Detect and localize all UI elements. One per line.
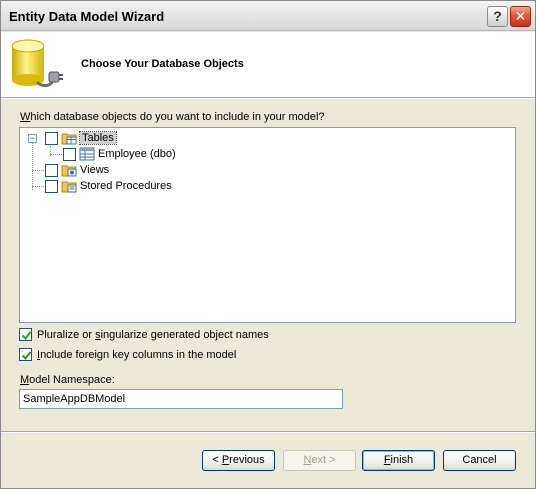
foreign-keys-label: Include foreign key columns in the model [37, 348, 237, 361]
tables-collapse-toggle[interactable]: − [28, 134, 37, 143]
tree-connector [32, 170, 44, 171]
tree-connector [32, 142, 33, 190]
check-icon [21, 331, 32, 341]
model-namespace-input[interactable] [19, 389, 343, 409]
views-folder-icon [61, 165, 77, 177]
pluralize-checkbox[interactable] [19, 328, 32, 341]
tree-connector [50, 154, 62, 155]
database-icon [11, 39, 63, 88]
window-title: Entity Data Model Wizard [9, 9, 165, 24]
pluralize-label: Pluralize or singularize generated objec… [37, 328, 269, 341]
tables-checkbox[interactable] [45, 131, 58, 145]
tree-node-employee[interactable]: Employee (dbo) [63, 146, 176, 162]
procedures-folder-icon [61, 181, 77, 193]
cancel-button[interactable]: Cancel [443, 450, 516, 471]
foreign-keys-checkbox[interactable] [19, 348, 32, 361]
stored-procedures-checkbox[interactable] [45, 179, 58, 193]
employee-checkbox[interactable] [63, 147, 76, 161]
objects-prompt: Which database objects do you want to in… [20, 111, 325, 123]
views-checkbox[interactable] [45, 163, 58, 177]
wizard-header: Choose Your Database Objects [1, 32, 535, 97]
database-objects-tree[interactable]: − Tables Employee (dbo) Views Stored Pro… [19, 127, 516, 323]
footer-divider [1, 431, 535, 433]
tree-node-views[interactable]: Views [45, 162, 109, 178]
wizard-window: Entity Data Model Wizard ? ✕ Choose Your… [0, 0, 536, 489]
check-icon [21, 351, 32, 361]
help-button[interactable]: ? [487, 6, 508, 27]
tree-node-stored-procedures[interactable]: Stored Procedures [45, 178, 172, 194]
tree-node-label: Stored Procedures [80, 180, 172, 192]
page-title: Choose Your Database Objects [81, 58, 244, 70]
previous-button[interactable]: < Previous [202, 450, 275, 471]
tree-node-label: Views [80, 164, 110, 176]
tables-folder-icon [61, 133, 77, 145]
tree-node-label: Employee (dbo) [98, 148, 176, 160]
tree-node-label: Tables [79, 131, 117, 145]
table-icon [79, 147, 95, 161]
close-button[interactable]: ✕ [510, 6, 531, 27]
next-button[interactable]: Next > [283, 450, 356, 471]
tree-node-tables[interactable]: Tables [45, 130, 117, 146]
title-bar[interactable]: Entity Data Model Wizard ? ✕ [1, 1, 535, 31]
model-namespace-label: Model Namespace: [20, 374, 115, 386]
foreign-keys-option[interactable]: Include foreign key columns in the model [19, 348, 236, 361]
tree-connector [32, 186, 44, 187]
pluralize-option[interactable]: Pluralize or singularize generated objec… [19, 328, 269, 341]
finish-button[interactable]: Finish [362, 450, 435, 471]
header-divider [1, 97, 535, 99]
